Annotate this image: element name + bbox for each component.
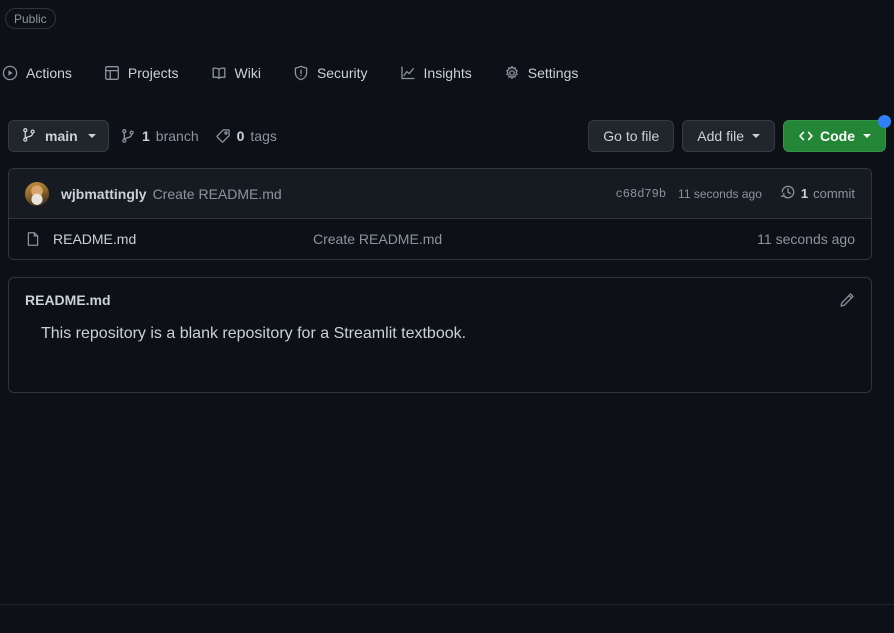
graph-icon: [400, 65, 416, 81]
go-to-file-label: Go to file: [603, 128, 660, 144]
repo-nav: Actions Projects Wiki Security Insights …: [0, 56, 894, 90]
table-row[interactable]: README.md Create README.md 11 seconds ag…: [9, 219, 871, 259]
commit-sha[interactable]: c68d79b: [616, 187, 666, 201]
add-file-label: Add file: [697, 128, 744, 144]
chevron-down-icon: [863, 134, 871, 138]
chevron-down-icon: [87, 134, 96, 138]
book-icon: [211, 65, 227, 81]
tag-count-number: 0: [236, 128, 245, 144]
nav-item-label: Security: [316, 65, 368, 81]
readme-box: README.md This repository is a blank rep…: [8, 277, 872, 393]
readme-content: This repository is a blank repository fo…: [41, 325, 467, 342]
branch-icon: [120, 128, 136, 144]
file-list-box: wjbmattingly Create README.md c68d79b 11…: [8, 168, 872, 260]
branch-name-label: main: [45, 128, 78, 144]
github-repo-page: Public Actions Projects Wiki Security In…: [0, 0, 894, 633]
nav-item-insights[interactable]: Insights: [392, 61, 480, 85]
branch-selector-button[interactable]: main: [8, 120, 109, 152]
nav-item-label: Actions: [26, 65, 72, 81]
play-circle-icon: [2, 65, 18, 81]
code-button[interactable]: Code: [783, 115, 891, 152]
commit-count-label: commit: [813, 186, 855, 201]
toolbar-actions: Go to file Add file Code: [588, 115, 891, 152]
commit-author[interactable]: wjbmattingly: [61, 186, 147, 202]
tag-icon: [215, 128, 231, 144]
nav-item-security[interactable]: Security: [285, 61, 376, 85]
gear-icon: [504, 65, 520, 81]
branch-count[interactable]: 1 branch: [120, 128, 199, 144]
file-last-updated: 11 seconds ago: [757, 231, 855, 247]
avatar: [25, 181, 49, 206]
latest-commit-header: wjbmattingly Create README.md c68d79b 11…: [9, 169, 871, 219]
commit-count[interactable]: 1 commit: [780, 184, 855, 203]
file-last-commit-message[interactable]: Create README.md: [313, 231, 757, 247]
pencil-icon[interactable]: [839, 292, 855, 308]
nav-item-label: Wiki: [234, 65, 261, 81]
repo-counters: 1 branch 0 tags: [120, 120, 277, 152]
tag-count-label: tags: [250, 128, 277, 144]
history-clock-icon: [780, 184, 796, 203]
file-icon: [25, 231, 41, 247]
shield-icon: [293, 65, 309, 81]
code-brackets-icon: [798, 128, 814, 144]
nav-item-label: Settings: [527, 65, 579, 81]
branch-icon: [21, 127, 37, 146]
commit-count-number: 1: [800, 186, 809, 201]
commit-time: 11 seconds ago: [678, 186, 762, 201]
readme-header: README.md: [9, 278, 871, 322]
nav-item-settings[interactable]: Settings: [496, 61, 587, 85]
footer-divider: [0, 604, 894, 605]
go-to-file-button[interactable]: Go to file: [588, 120, 675, 152]
readme-title: README.md: [25, 292, 111, 308]
nav-item-label: Insights: [423, 65, 472, 81]
tag-count[interactable]: 0 tags: [215, 128, 277, 144]
table-icon: [104, 65, 120, 81]
nav-item-actions[interactable]: Actions: [0, 61, 80, 85]
add-file-button[interactable]: Add file: [682, 120, 775, 152]
repo-toolbar: main 1 branch 0 tags Go to file Add file…: [8, 115, 891, 152]
repo-visibility-badge: Public: [5, 8, 56, 29]
nav-item-projects[interactable]: Projects: [96, 61, 187, 85]
branch-count-label: branch: [155, 128, 199, 144]
commit-message[interactable]: Create README.md: [153, 186, 282, 202]
commit-meta: c68d79b 11 seconds ago 1 commit: [616, 184, 855, 203]
file-name[interactable]: README.md: [53, 231, 313, 247]
chevron-down-icon: [752, 134, 760, 138]
nav-item-wiki[interactable]: Wiki: [203, 61, 269, 85]
code-label: Code: [820, 128, 855, 144]
branch-count-number: 1: [142, 128, 150, 144]
nav-item-label: Projects: [127, 65, 179, 81]
cursor-indicator-dot: [878, 115, 891, 128]
